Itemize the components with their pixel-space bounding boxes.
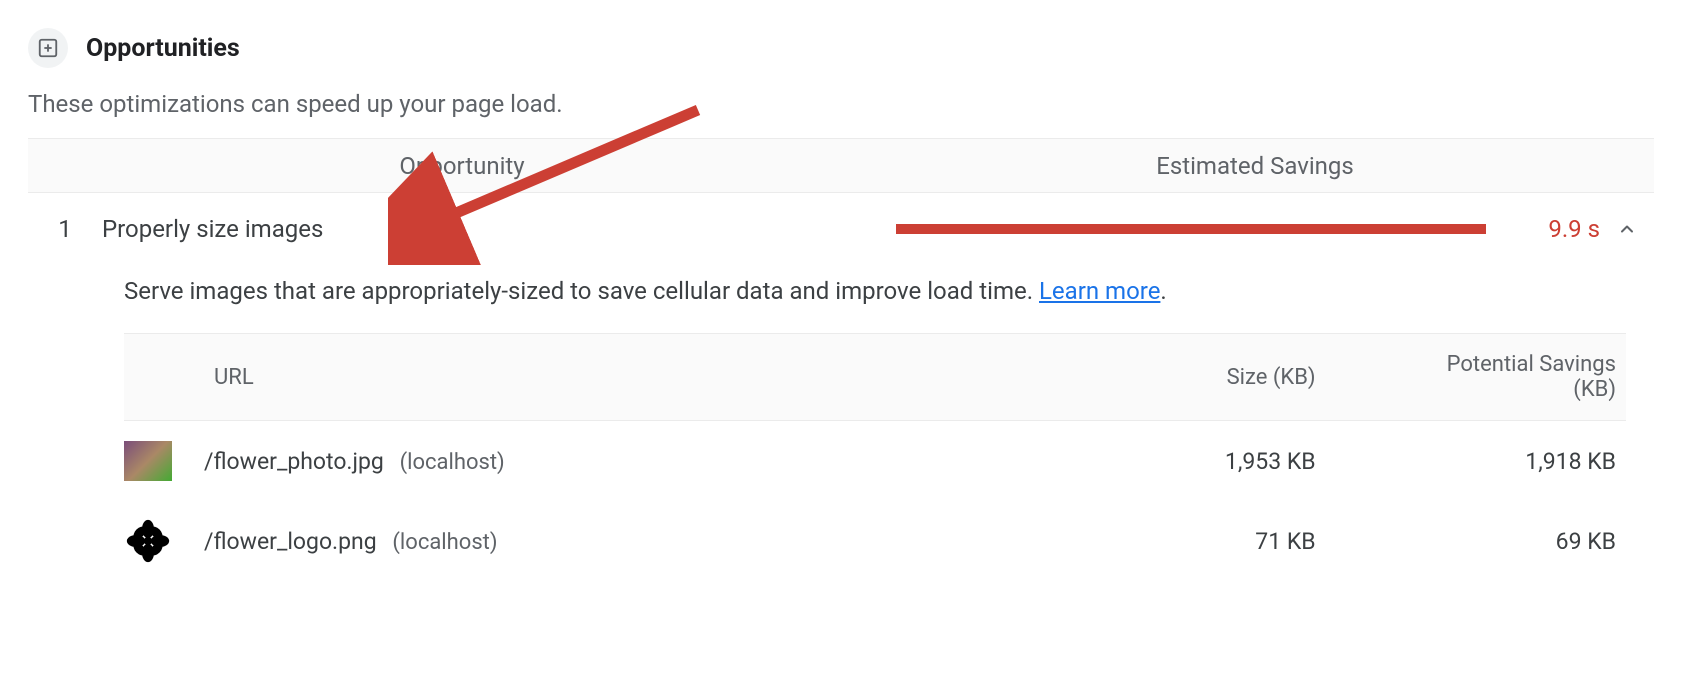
- column-savings: Estimated Savings: [896, 152, 1654, 180]
- chevron-up-icon[interactable]: [1600, 219, 1654, 239]
- table-row: /flower_photo.jpg (localhost) 1,953 KB 1…: [124, 421, 1626, 502]
- resource-path: /flower_photo.jpg: [204, 448, 384, 475]
- opportunity-index: 1: [28, 215, 102, 243]
- opportunity-savings-value: 9.9 s: [1500, 215, 1600, 243]
- opportunities-icon: [28, 28, 68, 68]
- size-cell: 71 KB: [1115, 501, 1325, 581]
- section-header: Opportunities: [28, 28, 1654, 68]
- resource-host: (localhost): [392, 530, 497, 555]
- details-table: URL Size (KB) Potential Savings (KB) /fl…: [124, 333, 1626, 581]
- opportunity-description-suffix: .: [1160, 277, 1166, 305]
- opportunity-detail: Serve images that are appropriately-size…: [28, 265, 1654, 609]
- resource-path: /flower_logo.png: [204, 528, 377, 555]
- size-cell: 1,953 KB: [1115, 421, 1325, 502]
- table-header-size: Size (KB): [1115, 334, 1325, 421]
- resource-cell: /flower_logo.png (localhost): [124, 501, 1115, 581]
- section-title: Opportunities: [86, 34, 240, 63]
- table-header-url: URL: [124, 334, 1115, 421]
- column-opportunity: Opportunity: [28, 152, 896, 180]
- opportunity-title: Properly size images: [102, 215, 896, 243]
- table-header-row: URL Size (KB) Potential Savings (KB): [124, 334, 1626, 421]
- thumbnail-icon: [124, 441, 172, 481]
- resource-host: (localhost): [400, 450, 505, 475]
- learn-more-link[interactable]: Learn more: [1039, 277, 1160, 305]
- opportunity-row[interactable]: 1 Properly size images 9.9 s: [28, 193, 1654, 265]
- section-subtitle: These optimizations can speed up your pa…: [28, 90, 1654, 118]
- potential-cell: 1,918 KB: [1326, 421, 1626, 502]
- opportunity-description-text: Serve images that are appropriately-size…: [124, 277, 1039, 305]
- potential-cell: 69 KB: [1326, 501, 1626, 581]
- opportunity-description: Serve images that are appropriately-size…: [124, 277, 1626, 305]
- opportunity-bar-cell: [896, 224, 1500, 234]
- column-headers: Opportunity Estimated Savings: [28, 138, 1654, 193]
- thumbnail-icon: [124, 521, 172, 561]
- table-row: /flower_logo.png (localhost) 71 KB 69 KB: [124, 501, 1626, 581]
- opportunity-bar: [896, 224, 1486, 234]
- resource-cell: /flower_photo.jpg (localhost): [124, 421, 1115, 501]
- table-header-potential: Potential Savings (KB): [1326, 334, 1626, 421]
